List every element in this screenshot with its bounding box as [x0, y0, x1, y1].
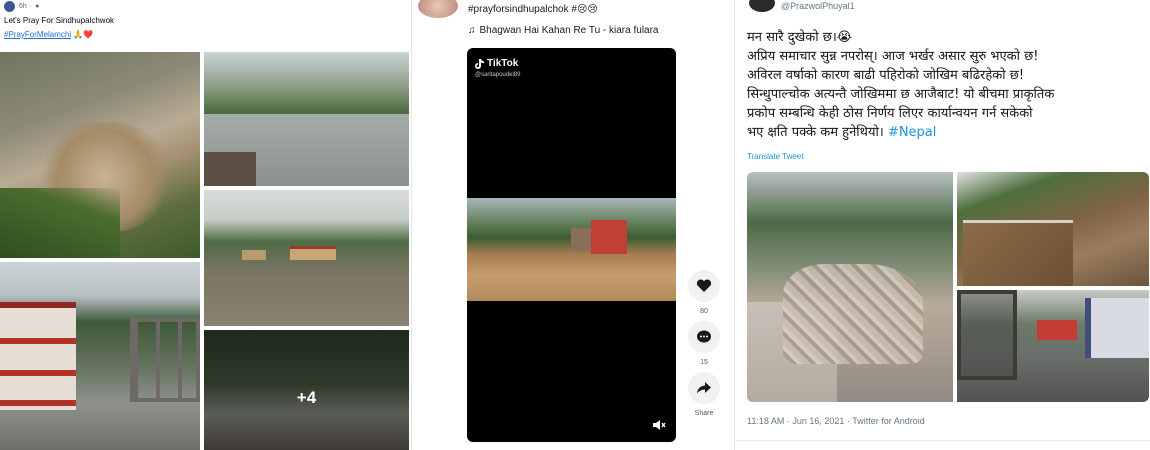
comment-action: 15	[684, 321, 724, 367]
share-icon[interactable]	[688, 372, 720, 404]
video-caption: #prayforsindhupalchok #😢😢	[468, 4, 598, 15]
music-info[interactable]: ♫ Bhagwan Hai Kahan Re Tu - kiara fulara	[468, 24, 659, 37]
post-text: Let's Pray For Sindhupalchwok	[4, 16, 115, 25]
music-note-icon: ♫	[468, 25, 476, 36]
user-handle[interactable]: @PrazwolPhuyal1	[781, 1, 855, 11]
post-header: 6h · ●	[4, 0, 39, 12]
avatar[interactable]	[749, 0, 775, 12]
photo-eroded-hillside[interactable]	[957, 172, 1149, 286]
building	[0, 302, 76, 410]
divider	[735, 440, 1150, 441]
building-red	[1037, 320, 1077, 340]
tweet-text: मन सारै दुखेको छ।😭 अप्रिय समाचार सुन्न न…	[747, 28, 1147, 142]
tiktok-logo-text: TikTok	[487, 58, 519, 69]
building-red	[591, 220, 627, 254]
share-label: Share	[694, 410, 714, 417]
twitter-post: @PrazwolPhuyal1 मन सारै दुखेको छ।😭 अप्रि…	[734, 0, 1150, 450]
video-frame-flood	[467, 198, 676, 301]
video-username: @saritapoudel89	[475, 72, 521, 78]
tiktok-note-icon	[475, 58, 484, 69]
comment-icon[interactable]	[688, 321, 720, 353]
building-frame	[957, 290, 1017, 380]
music-title: Bhagwan Hai Kahan Re Tu - kiara fulara	[479, 25, 659, 36]
tweet-line: अप्रिय समाचार सुन्न नपरोस्। आज भर्खर असा…	[747, 49, 1039, 64]
tweet-line: अविरल वर्षाको कारण बाढी पहिरोको जोखिम बढ…	[747, 68, 1025, 83]
photo-more[interactable]: +4	[204, 330, 409, 450]
photo-damaged-buildings[interactable]	[0, 262, 200, 450]
action-bar: 80 15 Share	[684, 270, 724, 423]
tweet-line-text: भए क्षति पक्के कम हुनेथियो।	[747, 125, 884, 140]
tiktok-logo: TikTok	[475, 58, 518, 69]
avatar[interactable]	[4, 0, 15, 12]
post-emoji: 🙏❤️	[73, 30, 94, 39]
comment-count: 15	[700, 359, 708, 366]
more-photos-count: +4	[296, 388, 317, 407]
tweet-line-last: भए क्षति पक्के कम हुनेथियो। #Nepal	[747, 123, 1147, 142]
building	[1085, 298, 1149, 358]
rooftop	[204, 152, 256, 186]
tweet-line: प्रकोप सम्बन्धि केही ठोस निर्णय लिएर कार…	[747, 106, 1033, 121]
avatar[interactable]	[418, 0, 458, 18]
photo-submerged-houses[interactable]	[204, 190, 409, 326]
tweet-timestamp[interactable]: 11:18 AM · Jun 16, 2021 · Twitter for An…	[747, 416, 925, 426]
tweet-media-grid	[747, 172, 1149, 402]
like-action: 80	[684, 270, 724, 316]
house	[290, 246, 336, 260]
globe-icon: ●	[35, 2, 40, 10]
building	[571, 228, 591, 250]
town	[783, 264, 923, 364]
mute-icon[interactable]	[652, 419, 666, 434]
post-hashtag-line: #PrayForMelamchi 🙏❤️	[4, 29, 93, 41]
photo-flooded-town[interactable]	[747, 172, 953, 402]
photo-flooded-valley[interactable]	[204, 52, 409, 186]
building-frame	[130, 318, 200, 402]
tweet-line: मन सारै दुखेको छ।😭	[747, 30, 852, 45]
heart-icon[interactable]	[688, 270, 720, 302]
tiktok-post: #prayforsindhupalchok #😢😢 ♫ Bhagwan Hai …	[412, 0, 734, 450]
photo-landslide[interactable]	[0, 52, 200, 258]
translate-tweet-link[interactable]: Translate Tweet	[747, 152, 803, 161]
like-count: 80	[700, 308, 708, 315]
tweet-header: @PrazwolPhuyal1	[749, 0, 855, 14]
facebook-post: 6h · ● Let's Pray For Sindhupalchwok #Pr…	[0, 0, 412, 450]
house	[242, 250, 266, 260]
hashtag-link[interactable]: #PrayForMelamchi	[4, 30, 71, 39]
video-player[interactable]: TikTok @saritapoudel89	[467, 48, 676, 442]
eroded-slope	[963, 220, 1073, 286]
post-time: 6h ·	[19, 2, 32, 10]
tweet-line: सिन्धुपाल्चोक अत्यन्तै जोखिममा छ आजैबाट!…	[747, 87, 1055, 102]
hashtag-link[interactable]: #Nepal	[888, 125, 936, 140]
photo-flooded-street[interactable]	[957, 290, 1149, 402]
hillside	[0, 188, 120, 258]
share-action: Share	[684, 372, 724, 418]
